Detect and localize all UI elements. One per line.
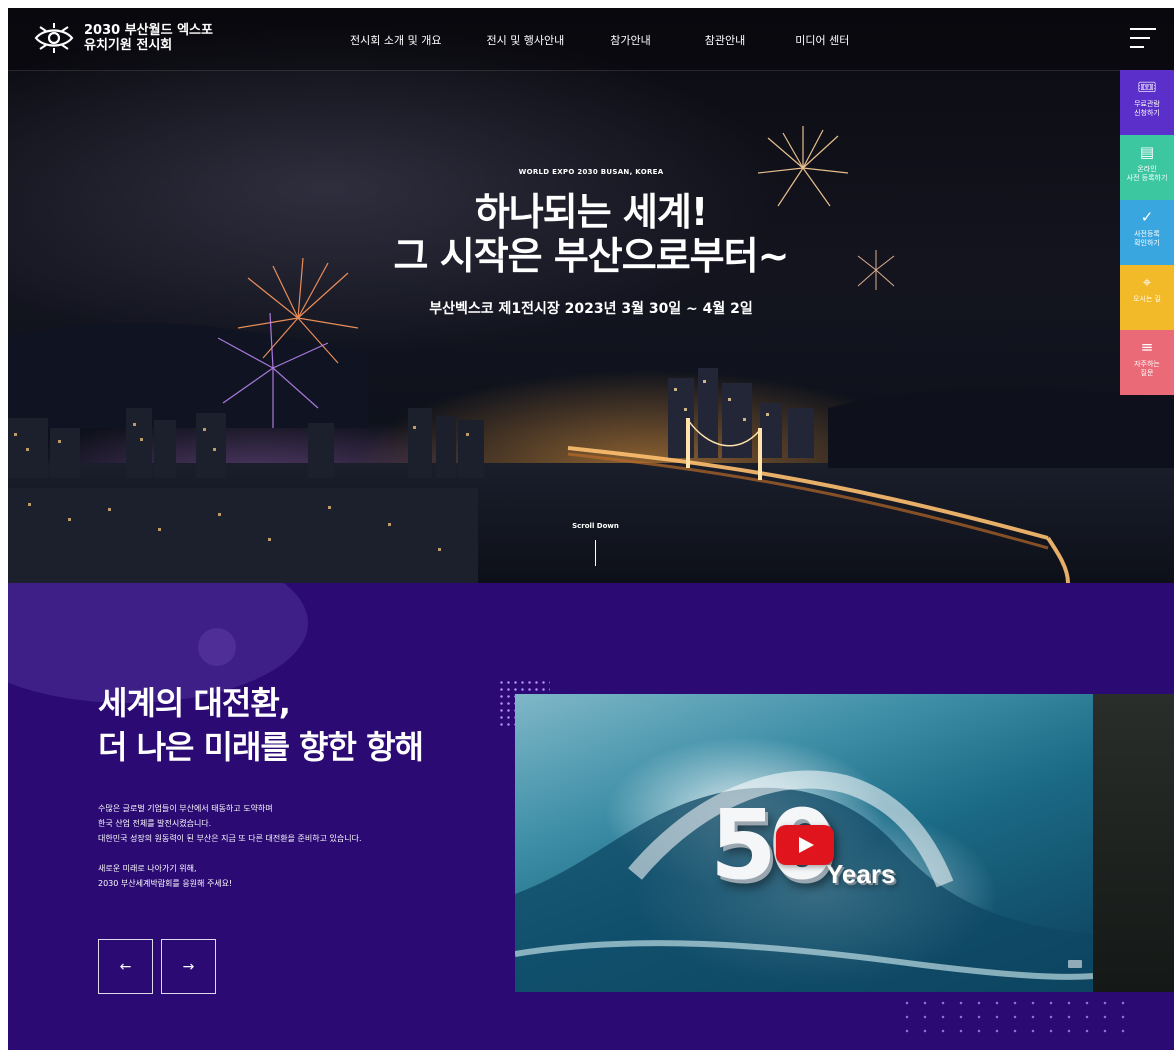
ticket-icon: 🎟︎ (1137, 78, 1157, 96)
youtube-play-icon[interactable] (776, 825, 834, 865)
promo-title: 세계의 대전환, 더 나은 미래를 향한 항해 (98, 681, 424, 769)
quick-online-register-button[interactable]: ▤ 온라인 사전 등록하기 (1120, 135, 1174, 200)
hamburger-menu-icon[interactable] (1130, 28, 1156, 50)
faq-search-icon: ≡ (1140, 338, 1154, 356)
location-pin-icon: ⌖ (1142, 273, 1152, 291)
slider-controls: ← → (98, 939, 224, 994)
hero-headline-line-2: 그 시작은 부산으로부터~ (393, 234, 790, 278)
nav-item-visit[interactable]: 참관안내 (705, 32, 745, 48)
quick-item-label: 온라인 사전 등록하기 (1126, 165, 1168, 182)
quick-item-label: 무료관람 신청하기 (1134, 100, 1160, 117)
scroll-line (595, 540, 596, 566)
promo-text-line: 2030 부산세계박람회를 응원해 주세요! (98, 879, 233, 888)
video-thumbnail[interactable]: 50 Years (515, 694, 1093, 992)
site-logo[interactable]: 2030 부산월드 엑스포 유치기원 전시회 (32, 20, 213, 56)
next-slide-preview[interactable] (1093, 694, 1174, 992)
next-slide-button[interactable]: → (161, 939, 216, 994)
nav-item-participation[interactable]: 참가안내 (610, 32, 650, 48)
nav-item-media-center[interactable]: 미디어 센터 (795, 32, 849, 48)
hero-headline-line-1: 하나되는 세계! (474, 190, 708, 234)
decorative-blob (198, 628, 236, 666)
promo-text-line: 새로운 미래로 나아가기 위해, (98, 864, 197, 873)
logo-line-2: 유치기원 전시회 (84, 38, 173, 53)
hero-eyebrow: WORLD EXPO 2030 BUSAN, KOREA (518, 168, 664, 176)
nav-item-events[interactable]: 전시 및 행사안내 (486, 32, 564, 48)
scroll-down-label: Scroll Down (572, 522, 619, 530)
hero-headline: 하나되는 세계! 그 시작은 부산으로부터~ (8, 190, 1174, 278)
promo-section: 세계의 대전환, 더 나은 미래를 향한 항해 수많은 글로벌 기업들이 부산에… (8, 583, 1174, 1050)
hero-section: 2030 부산월드 엑스포 유치기원 전시회 전시회 소개 및 개요 전시 및 … (8, 8, 1174, 583)
scroll-down-indicator[interactable]: Scroll Down (568, 522, 623, 566)
top-navigation-bar: 2030 부산월드 엑스포 유치기원 전시회 전시회 소개 및 개요 전시 및 … (8, 8, 1174, 71)
promo-text-line: 대한민국 성장의 원동력이 된 부산은 지금 또 다른 대전환을 준비하고 있습… (98, 834, 362, 843)
quick-free-admission-button[interactable]: 🎟︎ 무료관람 신청하기 (1120, 70, 1174, 135)
hero-copy: WORLD EXPO 2030 BUSAN, KOREA 하나되는 세계! 그 … (8, 168, 1174, 318)
logo-text: 2030 부산월드 엑스포 유치기원 전시회 (84, 23, 213, 53)
quick-check-registration-button[interactable]: ✓ 사전등록 확인하기 (1120, 200, 1174, 265)
video-word: Years (826, 859, 896, 889)
promo-text-line: 수많은 글로벌 기업들이 부산에서 태동하고 도약하며 (98, 804, 273, 813)
quick-item-label: 사전등록 확인하기 (1134, 230, 1160, 247)
quick-item-label: 오시는 길 (1133, 295, 1161, 303)
quick-item-label: 자주하는 질문 (1134, 360, 1160, 377)
arrow-left-icon: ← (119, 958, 132, 975)
promo-text-line: 한국 산업 전체를 발전시켰습니다. (98, 819, 212, 828)
quick-faq-button[interactable]: ≡ 자주하는 질문 (1120, 330, 1174, 395)
quick-directions-button[interactable]: ⌖ 오시는 길 (1120, 265, 1174, 330)
promo-title-line-2: 더 나은 미래를 향한 항해 (98, 728, 424, 766)
check-circle-icon: ✓ (1140, 208, 1154, 226)
promo-description: 수많은 글로벌 기업들이 부산에서 태동하고 도약하며 한국 산업 전체를 발전… (98, 801, 362, 891)
nav-item-exhibition-intro[interactable]: 전시회 소개 및 개요 (350, 32, 441, 48)
quick-menu: 🎟︎ 무료관람 신청하기 ▤ 온라인 사전 등록하기 ✓ 사전등록 확인하기 ⌖… (1120, 70, 1174, 395)
prev-slide-button[interactable]: ← (98, 939, 153, 994)
document-icon: ▤ (1139, 143, 1155, 161)
decorative-dot-grid (898, 996, 1138, 1034)
main-nav: 전시회 소개 및 개요 전시 및 행사안내 참가안내 참관안내 미디어 센터 (350, 32, 894, 48)
expo-logo-icon (34, 23, 74, 53)
logo-line-1: 2030 부산월드 엑스포 (84, 23, 213, 38)
page: 2030 부산월드 엑스포 유치기원 전시회 전시회 소개 및 개요 전시 및 … (8, 8, 1174, 1050)
arrow-right-icon: → (182, 958, 195, 975)
video-watermark-icon (1068, 960, 1082, 968)
hero-date-venue: 부산벡스코 제1전시장 2023년 3월 30일 ~ 4월 2일 (429, 301, 753, 317)
promo-title-line-1: 세계의 대전환, (98, 684, 291, 722)
